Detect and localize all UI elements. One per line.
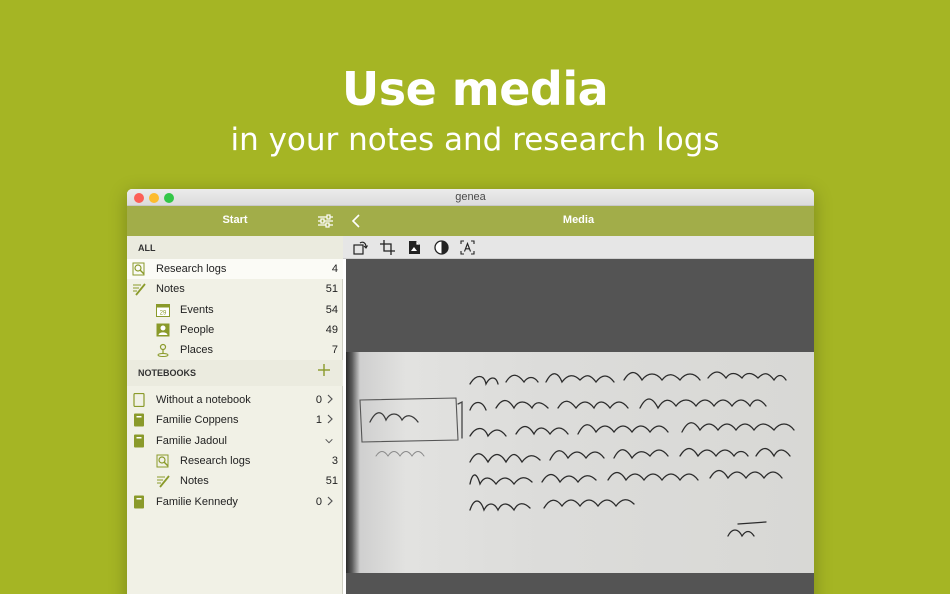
notebook-familie-kennedy[interactable]: Familie Kennedy 0 xyxy=(127,492,343,512)
contrast-icon[interactable] xyxy=(434,240,449,255)
main-title: Media xyxy=(562,214,595,226)
sidebar-item-people[interactable]: People 49 xyxy=(127,320,343,340)
sidebar-item-count: 7 xyxy=(331,344,338,356)
chevron-right-icon[interactable] xyxy=(326,393,334,405)
pencil-note-icon xyxy=(133,283,146,296)
svg-text:29: 29 xyxy=(160,311,167,317)
rotate-icon[interactable] xyxy=(353,240,368,255)
sidebar-item-count: 54 xyxy=(325,304,338,316)
sidebar-item-label: Places xyxy=(180,344,214,356)
all-section-header xyxy=(127,236,343,260)
window-title: genea xyxy=(455,191,486,203)
crop-icon[interactable] xyxy=(380,240,395,255)
notebook-research-logs[interactable]: Research logs 3 xyxy=(127,451,343,471)
title-bar: genea xyxy=(127,189,814,206)
sidebar-title: Start xyxy=(222,214,248,226)
document-icon[interactable] xyxy=(407,240,422,255)
pencil-note-icon xyxy=(157,475,170,488)
sidebar-item-count: 49 xyxy=(325,324,338,336)
notebook-outline-icon xyxy=(133,393,145,407)
media-toolbar xyxy=(343,236,814,259)
sidebar-item-places[interactable]: Places 7 xyxy=(127,340,343,360)
handwriting-image xyxy=(359,371,795,538)
notebook-item-count: 3 xyxy=(331,455,338,467)
hero-title: Use media xyxy=(341,62,609,116)
sidebar-header: Start xyxy=(127,206,343,236)
notebook-count: 1 xyxy=(315,414,322,426)
sidebar-item-label: Events xyxy=(180,304,214,316)
magnifier-document-icon xyxy=(156,454,169,468)
notebook-item-count: 51 xyxy=(325,475,338,487)
all-section-label: ALL xyxy=(138,243,156,253)
notebook-icon xyxy=(134,434,144,448)
notebook-item-label: Notes xyxy=(180,475,209,487)
notebook-icon xyxy=(134,413,144,427)
notebook-item-label: Research logs xyxy=(180,455,251,467)
app-window: genea Start ALL Research logs 4 Notes 51… xyxy=(127,189,814,594)
notebooks-section-label: NOTEBOOKS xyxy=(138,368,197,378)
notebook-familie-jadoul[interactable]: Familie Jadoul xyxy=(127,431,343,451)
map-pin-icon xyxy=(157,343,169,357)
notebook-label: Familie Jadoul xyxy=(156,435,227,447)
notebook-count: 0 xyxy=(315,496,322,508)
notebook-label: Familie Kennedy xyxy=(156,496,238,508)
sidebar-item-count: 4 xyxy=(331,263,338,275)
sidebar-item-notes[interactable]: Notes 51 xyxy=(127,279,343,299)
notebook-label: Familie Coppens xyxy=(156,414,239,426)
notebook-familie-coppens[interactable]: Familie Coppens 1 xyxy=(127,410,343,430)
notebook-label: Without a notebook xyxy=(156,394,251,406)
media-viewer[interactable] xyxy=(346,259,814,594)
main-header: Media xyxy=(343,206,814,236)
chevron-down-icon[interactable] xyxy=(324,437,334,445)
sliders-icon[interactable] xyxy=(318,214,333,228)
document-scan-image xyxy=(346,352,814,573)
chevron-right-icon[interactable] xyxy=(326,495,334,507)
text-recognition-icon[interactable] xyxy=(460,240,475,255)
person-icon xyxy=(156,323,170,337)
notebook-icon xyxy=(134,495,144,509)
add-notebook-icon[interactable] xyxy=(317,363,331,377)
sidebar-item-count: 51 xyxy=(325,283,338,295)
sidebar-item-research-logs[interactable]: Research logs 4 xyxy=(127,259,343,279)
notebook-without-a-notebook[interactable]: Without a notebook 0 xyxy=(127,390,343,410)
sidebar: Start ALL Research logs 4 Notes 51 29 Ev… xyxy=(127,206,343,594)
sidebar-item-label: Notes xyxy=(156,283,185,295)
notebook-notes[interactable]: Notes 51 xyxy=(127,471,343,491)
calendar-icon: 29 xyxy=(156,304,170,317)
sidebar-item-label: Research logs xyxy=(156,263,227,275)
notebook-count: 0 xyxy=(315,394,322,406)
chevron-right-icon[interactable] xyxy=(326,413,334,425)
sidebar-item-label: People xyxy=(180,324,215,336)
magnifier-document-icon xyxy=(132,262,145,276)
hero-subtitle: in your notes and research logs xyxy=(230,122,720,158)
sidebar-item-events[interactable]: 29 Events 54 xyxy=(127,300,343,320)
